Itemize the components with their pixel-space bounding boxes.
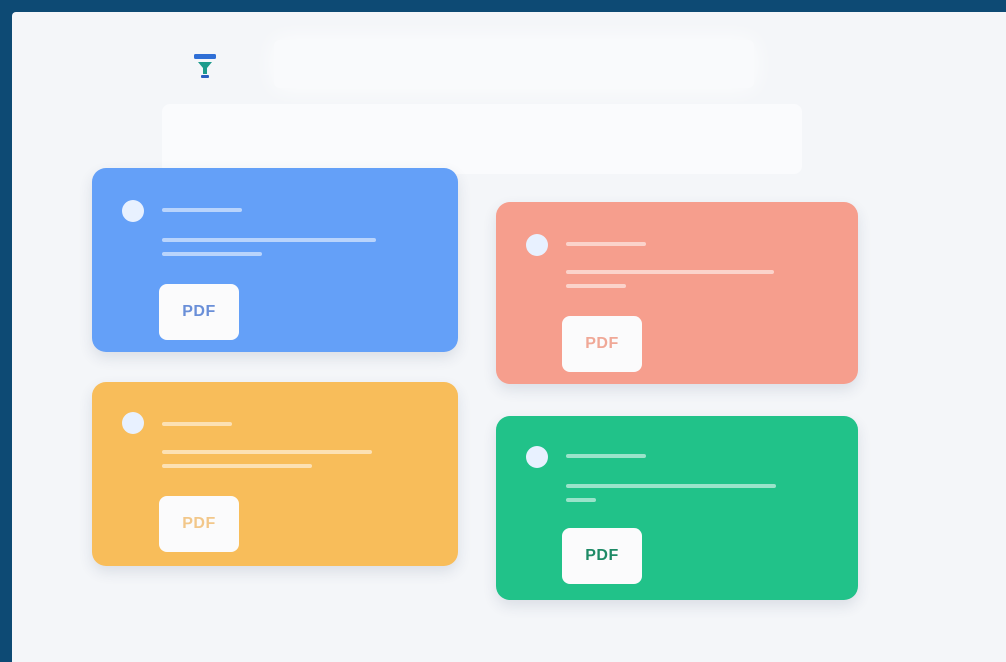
card-text-line [162, 450, 372, 454]
card-title-line [162, 208, 242, 212]
card-text-line [566, 270, 774, 274]
pdf-file-button[interactable]: PDF [562, 528, 642, 584]
card-title-line [566, 454, 646, 458]
search-bar[interactable] [274, 40, 754, 88]
document-card-amber[interactable]: PDF [92, 382, 458, 566]
card-text-line [566, 498, 596, 502]
circle-dot-icon [526, 234, 548, 256]
document-card-blue[interactable]: PDF [92, 168, 458, 352]
circle-dot-icon [526, 446, 548, 468]
card-text-line [162, 464, 312, 468]
app-window: PDF PDF PDF PDF [12, 12, 1006, 662]
card-title-line [162, 422, 232, 426]
document-card-salmon[interactable]: PDF [496, 202, 858, 384]
pdf-file-button[interactable]: PDF [159, 284, 239, 340]
card-text-line [566, 284, 626, 288]
card-text-line [162, 252, 262, 256]
card-text-line [566, 484, 776, 488]
funnel-icon[interactable] [189, 50, 221, 82]
pdf-file-button[interactable]: PDF [562, 316, 642, 372]
circle-dot-icon [122, 200, 144, 222]
circle-dot-icon [122, 412, 144, 434]
card-title-line [566, 242, 646, 246]
document-card-green[interactable]: PDF [496, 416, 858, 600]
pdf-file-button[interactable]: PDF [159, 496, 239, 552]
card-text-line [162, 238, 376, 242]
header-panel [162, 104, 802, 174]
